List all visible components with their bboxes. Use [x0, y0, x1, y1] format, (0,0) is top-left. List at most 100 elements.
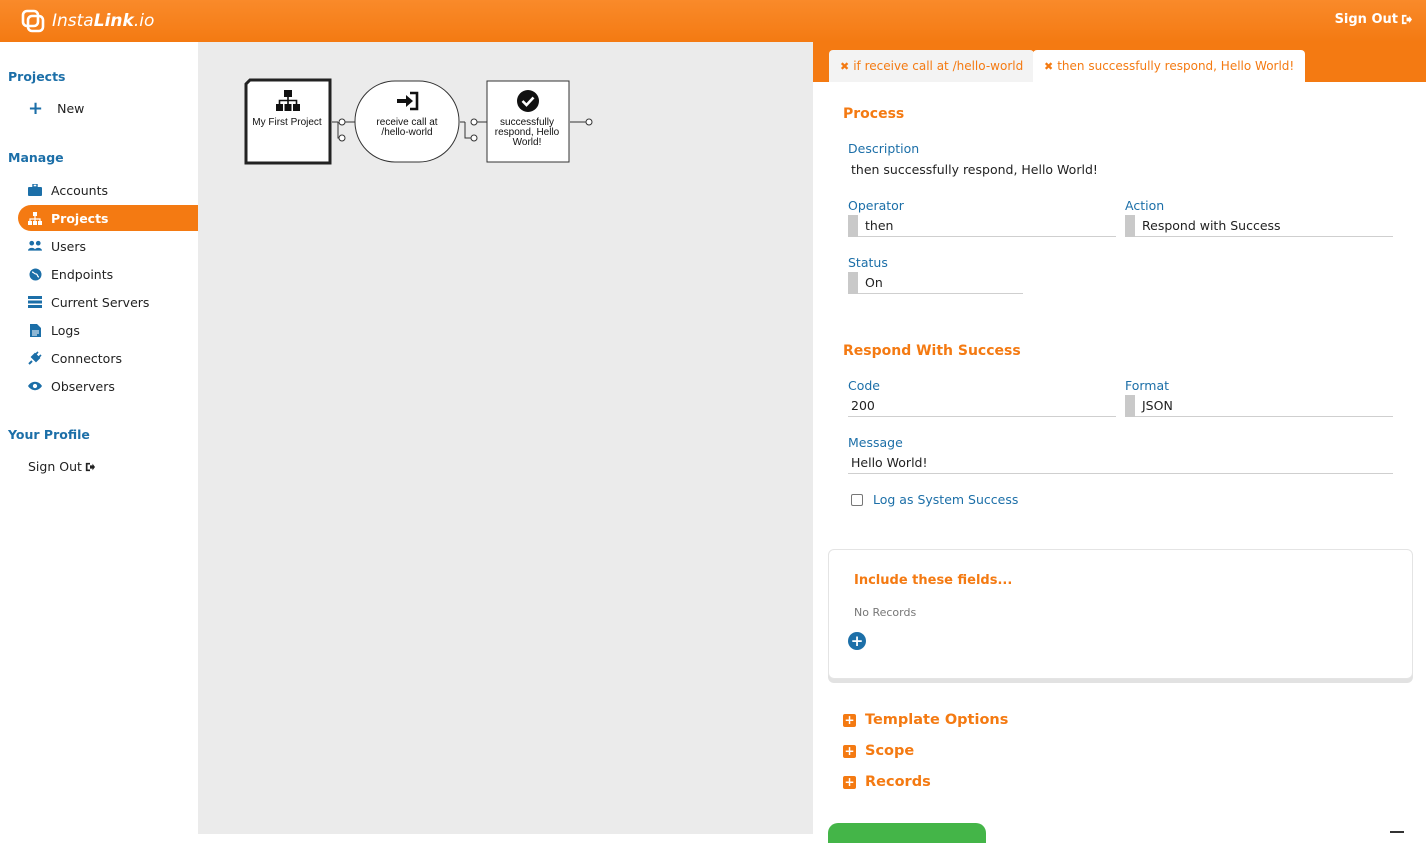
header-signout-link[interactable]: Sign Out	[1335, 12, 1412, 27]
include-fields-title: Include these fields...	[854, 573, 1013, 588]
message-input[interactable]: Hello World!	[848, 452, 1393, 474]
sitemap-icon	[28, 211, 42, 225]
tab-bar: ✖ if receive call at /hello-world ✖ then…	[813, 42, 1426, 82]
status-label: Status	[848, 255, 888, 270]
plus-square-icon: +	[843, 712, 856, 727]
flow-node-label: World!	[513, 137, 542, 148]
sidebar-item-current-servers[interactable]: Current Servers	[18, 289, 198, 315]
close-icon[interactable]: ✖	[1044, 60, 1053, 73]
sidebar-item-connectors[interactable]: Connectors	[18, 345, 198, 371]
flow-canvas[interactable]: My First Project receive call at /hello-…	[198, 42, 813, 834]
top-bar: InstaLink.io Sign Out	[0, 0, 1426, 42]
include-fields-card: Include these fields... No Records +	[828, 549, 1413, 679]
sidebar-item-label: Projects	[51, 210, 109, 226]
sidebar-item-label: Connectors	[51, 350, 122, 366]
tab-label: then successfully respond, Hello World!	[1057, 59, 1295, 73]
minimize-icon[interactable]	[1390, 831, 1404, 833]
sidebar-item-users[interactable]: Users	[18, 233, 198, 259]
flow-connector	[460, 118, 487, 142]
sign-out-icon	[1401, 14, 1412, 25]
sidebar-item-observers[interactable]: Observers	[18, 373, 198, 399]
accordion-template-options[interactable]: + Template Options	[843, 712, 1008, 728]
detail-panel: ✖ if receive call at /hello-world ✖ then…	[813, 42, 1426, 843]
sidebar-item-projects[interactable]: Projects	[18, 205, 198, 231]
link-logo-icon	[21, 9, 45, 33]
add-circle-icon[interactable]: +	[848, 632, 866, 650]
tab-action[interactable]: ✖ then successfully respond, Hello World…	[1033, 50, 1306, 82]
header-signout-label: Sign Out	[1334, 12, 1398, 27]
code-value: 200	[851, 398, 875, 413]
sidebar-new-project[interactable]: + New	[28, 97, 85, 119]
tab-label: if receive call at /hello-world	[853, 59, 1024, 73]
close-icon[interactable]: ✖	[840, 60, 849, 73]
eye-icon	[28, 379, 42, 393]
code-input[interactable]: 200	[848, 395, 1116, 417]
sidebar-item-label: Current Servers	[51, 294, 150, 310]
sidebar-heading-profile: Your Profile	[8, 427, 90, 442]
sidebar-new-label: New	[57, 101, 85, 116]
code-label: Code	[848, 378, 881, 393]
sidebar-item-label: Endpoints	[51, 266, 114, 282]
select-handle	[848, 271, 858, 294]
plus-icon: +	[28, 97, 44, 119]
sidebar-item-endpoints[interactable]: Endpoints	[18, 261, 198, 287]
flow-node-label: My First Project	[252, 117, 322, 128]
status-value: On	[865, 275, 883, 290]
document-icon	[28, 323, 42, 337]
flow-connector	[332, 118, 355, 142]
description-label: Description	[848, 141, 920, 156]
sidebar-item-label: Logs	[51, 322, 80, 338]
globe-icon	[28, 267, 42, 281]
format-value: JSON	[1142, 398, 1173, 413]
plug-icon	[28, 351, 42, 365]
select-handle	[848, 214, 858, 237]
format-label: Format	[1125, 378, 1170, 393]
operator-select[interactable]: then	[848, 214, 1116, 237]
checkbox-box[interactable]	[851, 493, 863, 506]
process-section-title: Process	[843, 106, 905, 122]
check-circle-icon	[517, 90, 539, 112]
sidebar-heading-projects: Projects	[8, 69, 66, 84]
accordion-label: Records	[865, 774, 931, 790]
plus-square-icon: +	[843, 743, 856, 758]
plus-square-icon: +	[843, 774, 856, 789]
action-value: Respond with Success	[1142, 218, 1281, 233]
sidebar-heading-manage: Manage	[8, 150, 64, 165]
sign-out-icon	[85, 462, 95, 471]
flow-node-label: /hello-world	[381, 127, 432, 138]
sidebar-item-label: Users	[51, 238, 87, 254]
no-records-text: No Records	[854, 606, 917, 619]
accordion-scope[interactable]: + Scope	[843, 743, 914, 759]
flow-diagram: My First Project receive call at /hello-…	[244, 78, 593, 165]
sidebar-signout-label: Sign Out	[28, 459, 82, 474]
sidebar-item-logs[interactable]: Logs	[18, 317, 198, 343]
message-label: Message	[848, 435, 903, 450]
select-handle	[1125, 394, 1135, 417]
briefcase-icon	[28, 183, 42, 197]
operator-label: Operator	[848, 198, 904, 213]
server-icon	[28, 295, 42, 309]
sidebar-signout-link[interactable]: Sign Out	[28, 459, 95, 474]
accordion-records[interactable]: + Records	[843, 774, 931, 790]
status-select[interactable]: On	[848, 271, 1023, 294]
message-value: Hello World!	[851, 455, 928, 470]
tab-trigger[interactable]: ✖ if receive call at /hello-world	[829, 50, 1035, 82]
save-button[interactable]	[828, 823, 986, 843]
sidebar-item-accounts[interactable]: Accounts	[18, 177, 198, 203]
format-select[interactable]: JSON	[1125, 394, 1393, 417]
users-icon	[28, 239, 42, 253]
log-success-label: Log as System Success	[873, 492, 1019, 507]
flow-output-port[interactable]	[570, 118, 593, 126]
app-logo[interactable]: InstaLink.io	[20, 8, 154, 34]
flow-node-action[interactable]: successfully respond, Hello World!	[486, 80, 570, 163]
description-value[interactable]: then successfully respond, Hello World!	[851, 162, 1098, 177]
sidebar: Projects + New Manage Accounts Projects …	[0, 42, 198, 834]
action-label: Action	[1125, 198, 1165, 213]
flow-node-project[interactable]: My First Project	[244, 78, 332, 165]
respond-section-title: Respond With Success	[843, 343, 1021, 359]
accordion-label: Template Options	[865, 712, 1009, 728]
flow-node-trigger[interactable]: receive call at /hello-world	[354, 80, 460, 163]
select-handle	[1125, 214, 1135, 237]
log-success-checkbox[interactable]: Log as System Success	[851, 492, 1018, 507]
action-select[interactable]: Respond with Success	[1125, 214, 1393, 237]
